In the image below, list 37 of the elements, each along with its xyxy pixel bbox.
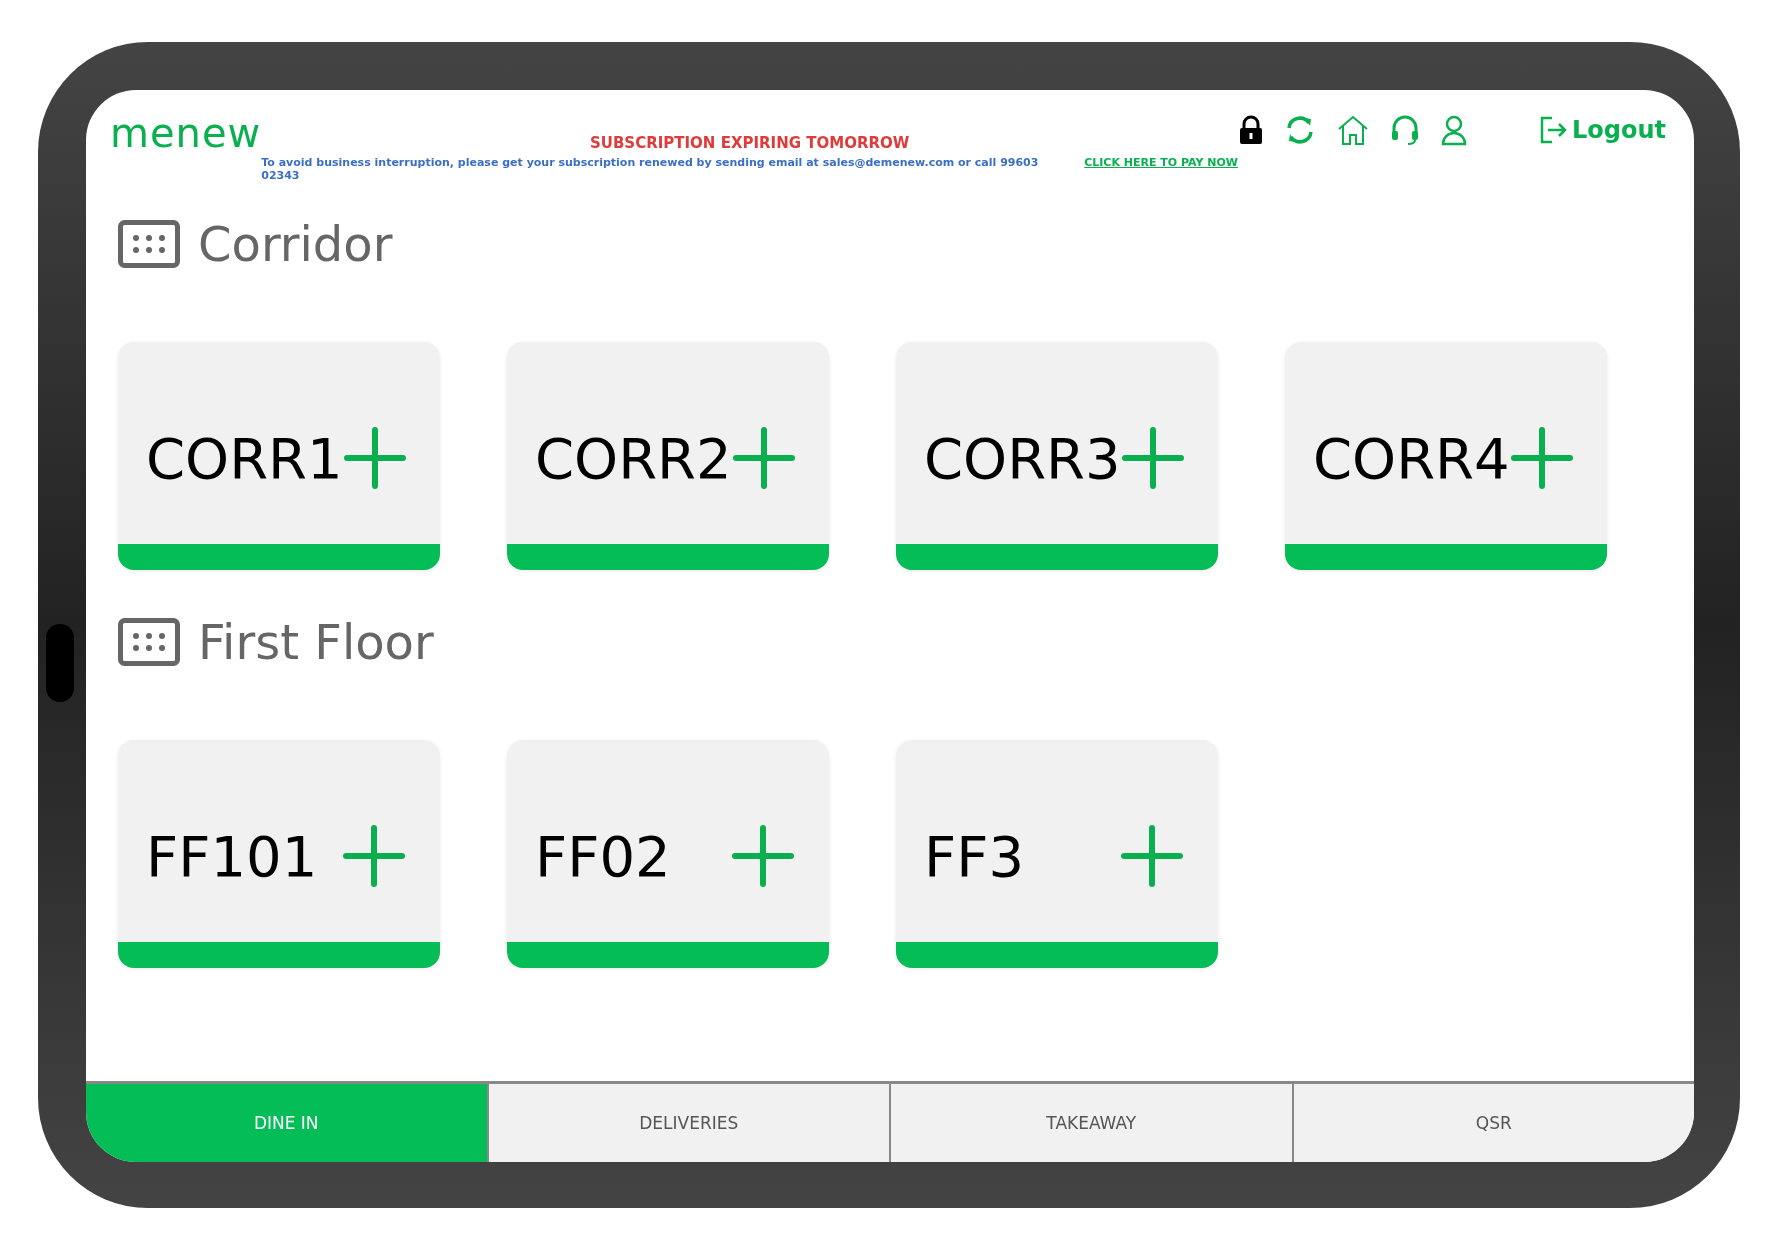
keypad-icon	[118, 220, 180, 268]
keypad-icon	[118, 618, 180, 666]
tab[interactable]: DELIVERIES	[486, 1084, 889, 1162]
logo: menew	[110, 110, 262, 156]
table-name: CORR3	[924, 425, 1121, 491]
plus-icon[interactable]	[342, 824, 406, 888]
section-title: First Floor	[198, 614, 434, 670]
table-name: CORR1	[146, 425, 343, 491]
table-card[interactable]: CORR1	[118, 342, 440, 570]
table-card[interactable]: CORR4	[1285, 342, 1607, 570]
section-title: Corridor	[198, 216, 393, 272]
plus-icon[interactable]	[1120, 426, 1185, 490]
logout-icon	[1538, 115, 1568, 145]
table-card[interactable]: CORR3	[896, 342, 1218, 570]
tab[interactable]: TAKEAWAY	[889, 1084, 1292, 1162]
plus-icon[interactable]	[342, 426, 407, 490]
table-card[interactable]: FF02	[507, 740, 829, 968]
table-name: CORR4	[1313, 425, 1510, 491]
tab[interactable]: QSR	[1291, 1084, 1694, 1162]
table-name: FF02	[535, 823, 671, 889]
table-card[interactable]: FF101	[118, 740, 440, 968]
plus-icon[interactable]	[1509, 426, 1574, 490]
alert-title: SUBSCRIPTION EXPIRING TOMORROW	[589, 134, 910, 152]
headset-icon[interactable]	[1390, 114, 1420, 146]
table-name: CORR2	[535, 425, 732, 491]
alert-message: To avoid business interruption, please get your subscription renewed by sending email at sales@demenew.com or call 99603 02343	[261, 156, 1040, 182]
plus-icon[interactable]	[1120, 824, 1184, 888]
home-icon[interactable]	[1336, 114, 1370, 146]
refresh-icon[interactable]	[1284, 114, 1316, 146]
table-name: FF101	[146, 823, 318, 889]
user-icon[interactable]	[1440, 114, 1468, 146]
plus-icon[interactable]	[731, 824, 795, 888]
table-card[interactable]: CORR2	[507, 342, 829, 570]
table-name: FF3	[924, 823, 1025, 889]
plus-icon[interactable]	[731, 426, 796, 490]
table-card[interactable]: FF3	[896, 740, 1218, 968]
lock-icon[interactable]	[1238, 115, 1264, 145]
